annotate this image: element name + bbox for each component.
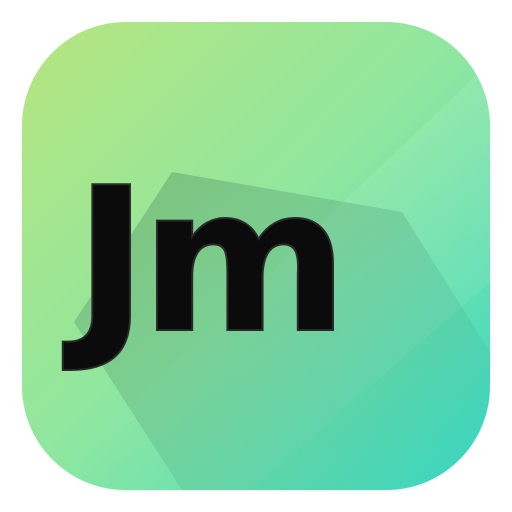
app-icon-canvas: Jm xyxy=(0,0,512,512)
app-icon-graphic: Jm xyxy=(22,22,490,490)
app-icon[interactable]: Jm xyxy=(22,22,490,490)
monogram-text: Jm xyxy=(62,145,341,378)
